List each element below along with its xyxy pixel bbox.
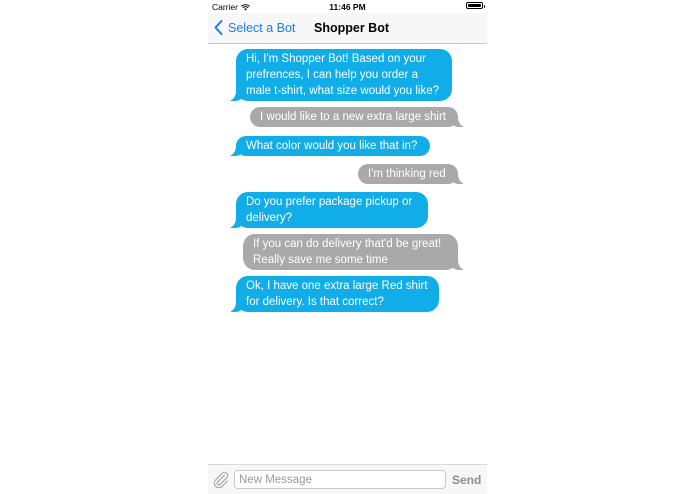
- message-bubble-bot: Do you prefer package pickup or delivery…: [226, 192, 428, 228]
- page-title: Shopper Bot: [314, 21, 389, 35]
- chat-screen: Carrier 11:46 PM Select a Bot Shopper Bo…: [208, 0, 487, 494]
- paperclip-icon[interactable]: [212, 471, 230, 488]
- status-right-group: [466, 2, 485, 9]
- message-bubble-bot: Ok, I have one extra large Red shirt for…: [226, 276, 439, 312]
- message-text: I'm thinking red: [368, 168, 446, 180]
- back-button-label: Select a Bot: [228, 20, 296, 35]
- message-bubble-user: I would like to a new extra large shirt: [250, 107, 468, 127]
- message-bubble-user: If you can do delivery that'd be great! …: [243, 234, 468, 270]
- chevron-left-icon: [214, 20, 223, 35]
- battery-icon: [466, 2, 485, 9]
- navigation-bar: Select a Bot Shopper Bot: [208, 13, 487, 44]
- message-bubble-user: I'm thinking red: [358, 164, 468, 184]
- message-list[interactable]: Hi, I'm Shopper Bot! Based on your prefr…: [208, 44, 487, 464]
- message-input[interactable]: [234, 470, 446, 489]
- status-bar: Carrier 11:46 PM: [208, 0, 487, 13]
- back-button[interactable]: Select a Bot: [214, 20, 295, 35]
- message-bubble-bot: What color would you like that in?: [226, 136, 430, 156]
- message-text: If you can do delivery that'd be great! …: [253, 238, 442, 266]
- message-text: Hi, I'm Shopper Bot! Based on your prefr…: [246, 53, 440, 97]
- message-text: Do you prefer package pickup or delivery…: [246, 196, 413, 224]
- message-text: What color would you like that in?: [246, 140, 418, 152]
- status-time: 11:46 PM: [329, 2, 366, 12]
- message-text: I would like to a new extra large shirt: [260, 111, 447, 123]
- message-text: Ok, I have one extra large Red shirt for…: [246, 280, 428, 308]
- message-input-bar: Send: [208, 464, 487, 494]
- send-button[interactable]: Send: [452, 473, 481, 487]
- message-bubble-bot: Hi, I'm Shopper Bot! Based on your prefr…: [226, 49, 452, 101]
